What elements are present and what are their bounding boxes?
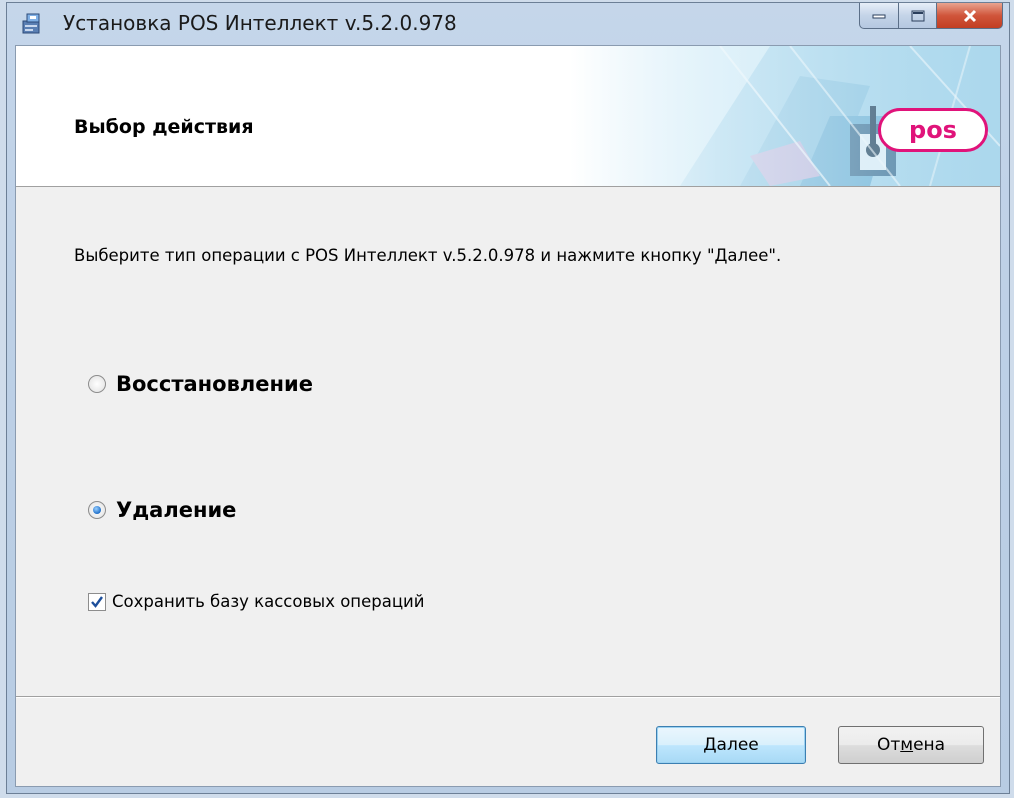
pos-logo-text: pos <box>909 116 957 144</box>
footer-divider <box>16 696 1000 698</box>
radio-dot <box>93 506 101 514</box>
maximize-button[interactable] <box>899 3 937 29</box>
checkmark-icon <box>91 595 103 608</box>
window-title: Установка POS Интеллект v.5.2.0.978 <box>63 11 457 35</box>
next-button[interactable]: Далее <box>656 726 806 764</box>
checkbox-label[interactable]: Сохранить базу кассовых операций <box>112 592 425 611</box>
radio-label-restore[interactable]: Восстановление <box>116 372 313 396</box>
instruction-text: Выберите тип операции с POS Интеллект v.… <box>74 246 782 265</box>
installer-window: Установка POS Интеллект v.5.2.0.978 Выбо… <box>6 2 1010 794</box>
cancel-button[interactable]: Отмена <box>838 726 984 764</box>
cancel-label-part: ена <box>913 735 946 755</box>
radio-unselected-icon[interactable] <box>88 375 106 393</box>
cancel-label-accesskey: м <box>900 735 914 755</box>
radio-selected-icon[interactable] <box>88 501 106 519</box>
cancel-label-part: От <box>876 735 901 755</box>
radio-option-remove[interactable]: Удаление <box>88 498 236 522</box>
installer-icon <box>21 13 43 35</box>
keep-database-checkbox-row[interactable]: Сохранить базу кассовых операций <box>88 592 425 611</box>
close-button[interactable] <box>937 3 1003 29</box>
title-bar[interactable]: Установка POS Интеллект v.5.2.0.978 <box>7 3 1009 43</box>
minimize-icon <box>872 14 886 18</box>
checkbox[interactable] <box>88 592 106 611</box>
next-button-label: Далее <box>703 735 759 755</box>
radio-label-remove[interactable]: Удаление <box>116 498 236 522</box>
dialog-client-area: Выбор действия pos Выберите тип операции… <box>15 45 1001 787</box>
minimize-button[interactable] <box>859 3 899 29</box>
caption-buttons <box>859 3 1003 29</box>
pos-logo: pos <box>878 108 988 152</box>
maximize-icon <box>911 10 924 21</box>
radio-option-restore[interactable]: Восстановление <box>88 372 313 396</box>
close-icon <box>963 9 976 22</box>
header-banner: Выбор действия pos <box>16 46 1000 187</box>
page-title: Выбор действия <box>74 116 254 138</box>
cancel-button-label: Отмена <box>877 735 945 755</box>
